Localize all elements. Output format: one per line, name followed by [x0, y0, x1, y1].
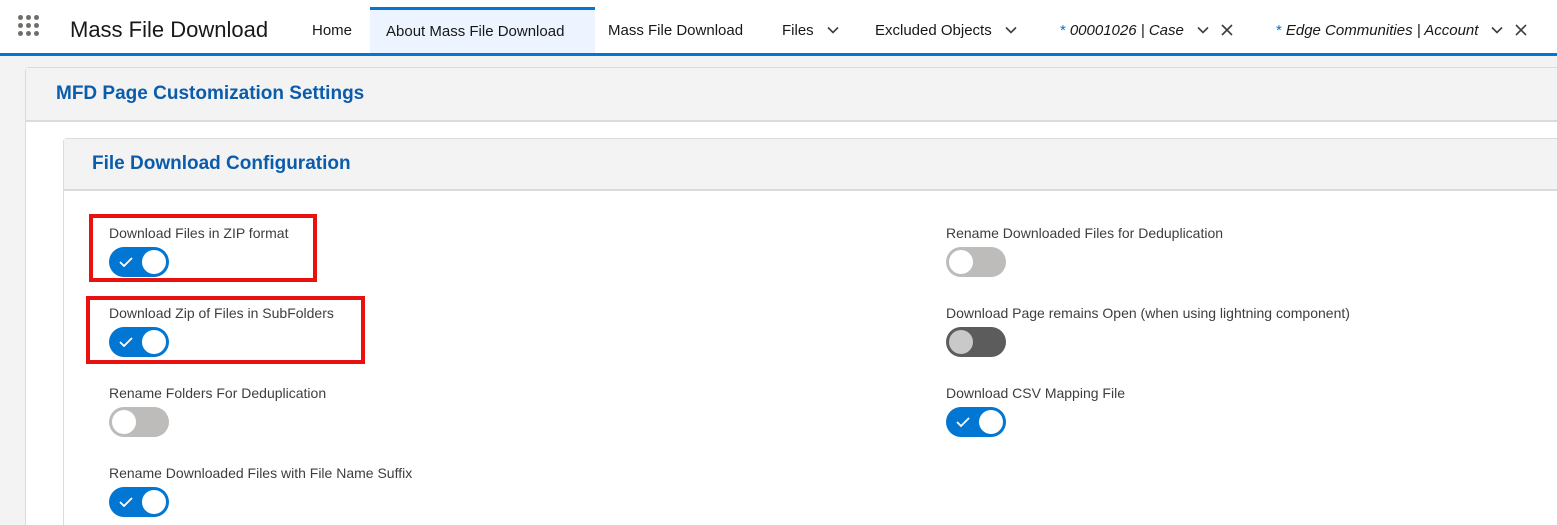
- setting-label: Rename Folders For Deduplication: [109, 385, 327, 401]
- section-title: File Download Configuration: [92, 153, 351, 174]
- rename-dedup-toggle[interactable]: [946, 247, 1006, 277]
- tab-home[interactable]: Home: [298, 7, 366, 53]
- app-launcher-icon[interactable]: [18, 15, 42, 39]
- tab-case-label: 00001026 | Case: [1069, 21, 1184, 39]
- zip-format-toggle[interactable]: [109, 247, 169, 277]
- unsaved-indicator: *: [1060, 21, 1066, 39]
- checkmark-icon: [119, 337, 133, 348]
- csv-mapping-toggle[interactable]: [946, 407, 1006, 437]
- chevron-down-icon[interactable]: [826, 23, 840, 37]
- setting-label: Download Zip of Files in SubFolders: [109, 305, 334, 321]
- unsaved-indicator: *: [1276, 21, 1282, 39]
- tab-edge-communities-account[interactable]: * Edge Communities | Account: [1276, 7, 1528, 53]
- toggle-knob: [949, 250, 973, 274]
- toggle-knob: [949, 330, 973, 354]
- tab-about-mass-file-download[interactable]: About Mass File Download: [370, 7, 595, 53]
- setting-zip-format: Download Files in ZIP format: [109, 225, 288, 277]
- toggle-knob: [142, 330, 166, 354]
- setting-label: Download CSV Mapping File: [946, 385, 1125, 401]
- navigation-bar: Mass File Download Home About Mass File …: [0, 0, 1557, 56]
- close-icon[interactable]: [1220, 23, 1234, 37]
- setting-rename-folders: Rename Folders For Deduplication: [109, 385, 326, 437]
- page-customization-card: MFD Page Customization Settings File Dow…: [25, 67, 1557, 525]
- tab-excluded-objects[interactable]: Excluded Objects: [875, 7, 1018, 53]
- tab-about-label: About Mass File Download: [386, 23, 565, 40]
- setting-rename-dedup: Rename Downloaded Files for Deduplicatio…: [946, 225, 1223, 277]
- checkmark-icon: [119, 497, 133, 508]
- toggle-knob: [142, 250, 166, 274]
- tab-files-label: Files: [782, 21, 814, 39]
- page-remains-open-toggle[interactable]: [946, 327, 1006, 357]
- close-icon[interactable]: [1514, 23, 1528, 37]
- checkmark-icon: [119, 257, 133, 268]
- setting-rename-suffix: Rename Downloaded Files with File Name S…: [109, 465, 412, 517]
- setting-zip-subfolders: Download Zip of Files in SubFolders: [109, 305, 334, 357]
- tab-account-label: Edge Communities | Account: [1285, 21, 1479, 39]
- toggle-knob: [142, 490, 166, 514]
- setting-label: Download Files in ZIP format: [109, 225, 289, 241]
- zip-subfolders-toggle[interactable]: [109, 327, 169, 357]
- tab-case-00001026[interactable]: * 00001026 | Case: [1060, 7, 1234, 53]
- section-header: File Download Configuration: [64, 139, 1557, 191]
- setting-label: Rename Downloaded Files with File Name S…: [109, 465, 413, 481]
- setting-csv-mapping: Download CSV Mapping File: [946, 385, 1125, 437]
- tab-excluded-label: Excluded Objects: [875, 21, 992, 39]
- app-name: Mass File Download: [70, 17, 269, 42]
- card-header: MFD Page Customization Settings: [26, 68, 1557, 122]
- chevron-down-icon[interactable]: [1196, 23, 1210, 37]
- setting-label: Download Page remains Open (when using l…: [946, 305, 1350, 321]
- toggle-knob: [979, 410, 1003, 434]
- card-title: MFD Page Customization Settings: [56, 83, 365, 104]
- tab-files[interactable]: Files: [782, 7, 840, 53]
- setting-page-remains-open: Download Page remains Open (when using l…: [946, 305, 1350, 357]
- chevron-down-icon[interactable]: [1004, 23, 1018, 37]
- rename-folders-toggle[interactable]: [109, 407, 169, 437]
- checkmark-icon: [956, 417, 970, 428]
- toggle-knob: [112, 410, 136, 434]
- tab-mass-file-download[interactable]: Mass File Download: [608, 7, 743, 53]
- file-download-configuration-card: File Download Configuration Download Fil…: [63, 138, 1557, 525]
- chevron-down-icon[interactable]: [1490, 23, 1504, 37]
- tab-mfd-label: Mass File Download: [608, 21, 744, 39]
- setting-label: Rename Downloaded Files for Deduplicatio…: [946, 225, 1224, 241]
- rename-suffix-toggle[interactable]: [109, 487, 169, 517]
- tab-home-label: Home: [312, 21, 353, 39]
